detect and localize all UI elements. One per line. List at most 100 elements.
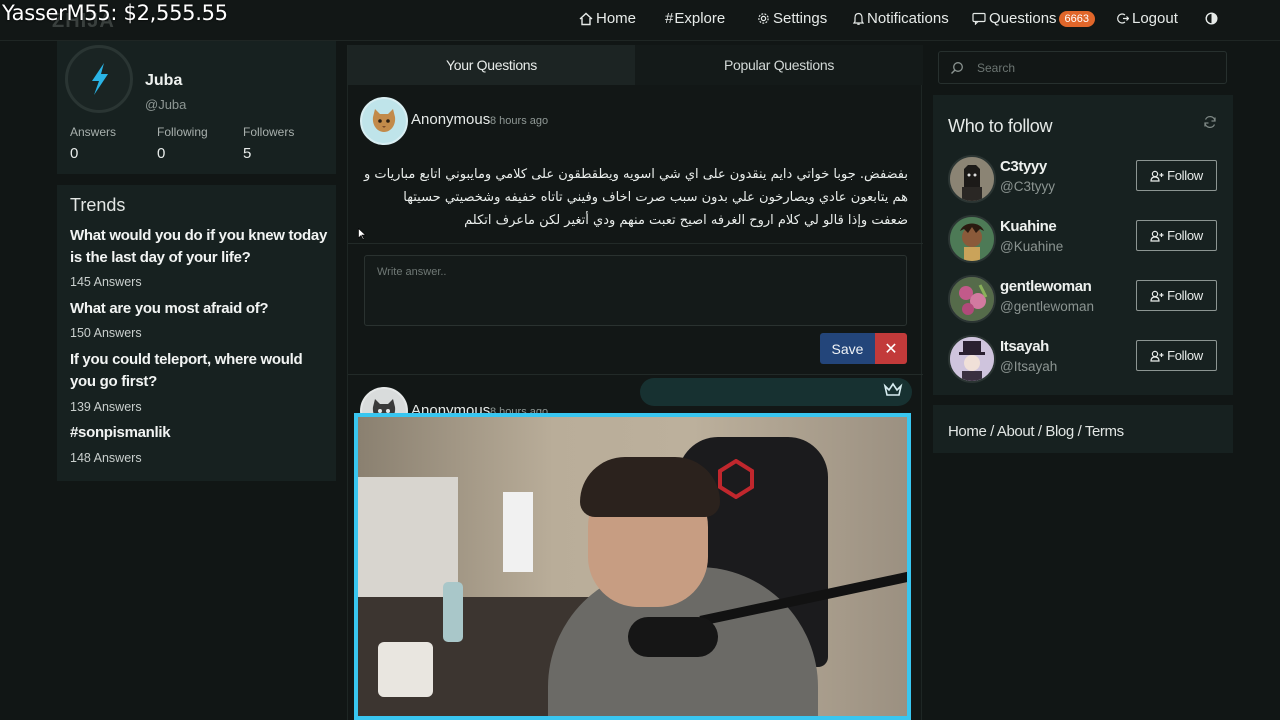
questions-count-badge: 6663 <box>1058 10 1096 27</box>
save-button[interactable]: Save <box>820 333 875 364</box>
follow-button[interactable]: Follow <box>1136 160 1217 191</box>
profile-name[interactable]: Juba <box>145 72 182 90</box>
close-button[interactable]: ✕ <box>875 333 907 364</box>
follow-user-name[interactable]: C3tyyy <box>1000 158 1047 175</box>
followers-label[interactable]: Followers <box>243 125 294 139</box>
answer-input[interactable]: Write answer.. <box>364 255 907 326</box>
refresh-icon[interactable] <box>1203 115 1217 129</box>
gear-icon <box>758 13 769 24</box>
webcam-microphone <box>628 617 718 657</box>
follow-label: Follow <box>1167 348 1203 363</box>
crown-icon <box>883 382 903 403</box>
webcam-console <box>503 492 533 572</box>
tab-popular-questions[interactable]: Popular Questions <box>635 45 923 85</box>
follow-button[interactable]: Follow <box>1136 280 1217 311</box>
nav-settings-label: Settings <box>773 10 828 27</box>
divider <box>348 374 923 375</box>
webcam-bottle <box>443 582 463 642</box>
avatar[interactable] <box>948 275 996 323</box>
search-icon <box>951 62 963 74</box>
profile-handle: @Juba <box>145 97 187 112</box>
profile-card: Juba @Juba Answers 0 Following 0 Followe… <box>57 41 336 174</box>
followers-count[interactable]: 5 <box>243 145 251 162</box>
divider <box>348 243 923 244</box>
trends-title: Trends <box>70 195 126 215</box>
webcam-person-hair <box>580 457 720 517</box>
footer-links[interactable]: Home / About / Blog / Terms <box>948 423 1124 440</box>
nav-notifications-label: Notifications <box>867 10 949 27</box>
follow-user-name[interactable]: Itsayah <box>1000 338 1049 355</box>
add-user-icon <box>1150 290 1164 302</box>
flower-icon <box>950 277 994 321</box>
trend-question[interactable]: What are you most afraid of? <box>70 298 328 320</box>
nav-explore-label: Explore <box>674 10 726 27</box>
answers-label: Answers <box>70 125 117 139</box>
nav-logout[interactable]: Logout <box>1117 10 1178 27</box>
trend-answers: 139 Answers <box>70 400 142 414</box>
who-to-follow-title: Who to follow <box>948 116 1053 136</box>
nav-explore[interactable]: # Explore <box>665 10 725 27</box>
answers-count: 0 <box>70 145 79 162</box>
question-time: 8 hours ago <box>490 115 549 127</box>
who-to-follow-card: Who to follow C3tyyy @C3tyyy Follow Kuah… <box>933 95 1233 395</box>
theme-toggle[interactable] <box>1205 12 1221 25</box>
hash-icon: # <box>665 10 674 27</box>
nav-home[interactable]: Home <box>579 10 636 27</box>
footer-links-card: Home / About / Blog / Terms <box>933 405 1233 453</box>
question-text: بفضفض. جوبا خواتي دايم ينقدون على اي شي … <box>363 167 908 228</box>
follow-label: Follow <box>1167 168 1203 183</box>
trend-question[interactable]: If you could teleport, where would you g… <box>70 349 328 393</box>
home-icon <box>579 12 593 25</box>
nav-settings[interactable]: Settings <box>757 10 827 27</box>
follow-button[interactable]: Follow <box>1136 340 1217 371</box>
nav-logout-label: Logout <box>1132 10 1178 27</box>
follow-user-handle: @C3tyyy <box>1000 179 1055 194</box>
nav-questions[interactable]: Questions 6663 <box>972 10 1096 27</box>
follow-user-handle: @Kuahine <box>1000 239 1064 254</box>
character-icon <box>950 217 994 261</box>
contrast-icon <box>1205 12 1218 25</box>
add-user-icon <box>1150 230 1164 242</box>
stream-overlay-text: YasserM55: $2,555.55 <box>2 1 228 25</box>
add-user-icon <box>1150 170 1164 182</box>
follow-user-handle: @gentlewoman <box>1000 299 1095 314</box>
following-label[interactable]: Following <box>157 125 208 139</box>
nav-notifications[interactable]: Notifications <box>853 10 949 27</box>
avatar[interactable] <box>65 45 133 113</box>
avatar[interactable] <box>948 335 996 383</box>
avatar[interactable] <box>948 215 996 263</box>
logout-icon <box>1117 13 1129 24</box>
avatar[interactable] <box>948 155 996 203</box>
webcam-mug <box>378 642 433 697</box>
question-author: Anonymous <box>411 111 491 128</box>
hat-character-icon <box>950 337 994 381</box>
bell-icon <box>853 12 864 25</box>
nav-questions-label: Questions <box>989 10 1057 27</box>
question-avatar[interactable] <box>360 97 408 145</box>
search-placeholder: Search <box>977 61 1016 75</box>
chat-icon <box>972 12 986 25</box>
follow-user-name[interactable]: Kuahine <box>1000 218 1057 235</box>
nav-home-label: Home <box>596 10 637 27</box>
follow-label: Follow <box>1167 288 1203 303</box>
search-input[interactable]: Search <box>938 51 1227 84</box>
trend-answers: 150 Answers <box>70 326 142 340</box>
webcam-overlay <box>354 413 911 720</box>
follow-label: Follow <box>1167 228 1203 243</box>
follow-button[interactable]: Follow <box>1136 220 1217 251</box>
stream-overlay-strip <box>640 378 912 406</box>
cat-icon <box>372 109 396 132</box>
following-count[interactable]: 0 <box>157 145 165 162</box>
mouse-cursor-icon <box>358 228 366 240</box>
trends-card: Trends What would you do if you knew tod… <box>57 185 336 481</box>
chair-logo-icon <box>718 459 754 499</box>
dog-icon <box>950 157 994 201</box>
trend-answers: 148 Answers <box>70 451 142 465</box>
follow-user-name[interactable]: gentlewoman <box>1000 278 1092 295</box>
bolt-icon <box>92 63 108 95</box>
tab-your-questions[interactable]: Your Questions <box>348 45 635 85</box>
add-user-icon <box>1150 350 1164 362</box>
webcam-printer <box>358 477 458 597</box>
trend-question[interactable]: What would you do if you knew today is t… <box>70 225 328 269</box>
trend-question[interactable]: #sonpismanlik <box>70 422 328 444</box>
